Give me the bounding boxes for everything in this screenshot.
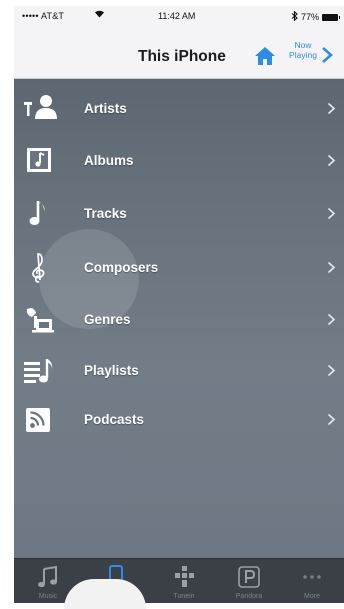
menu-item-artists[interactable]: Artists xyxy=(14,84,344,134)
chevron-right-icon xyxy=(327,413,336,426)
tab-bar: Music Tunein Pandora More xyxy=(14,558,344,603)
menu-label: Podcasts xyxy=(84,412,145,427)
menu-item-playlists[interactable]: Playlists xyxy=(14,346,344,396)
status-time: 11:42 AM xyxy=(158,11,196,21)
menu-label: Composers xyxy=(84,260,159,275)
chevron-right-icon xyxy=(327,261,336,274)
menu-label: Tracks xyxy=(84,206,127,221)
status-bar: ••••• AT&T 11:42 AM 77% xyxy=(14,6,344,26)
tab-label: Pandora xyxy=(235,593,263,600)
menu-label: Artists xyxy=(84,101,127,116)
music-note-icon xyxy=(22,197,58,231)
chevron-right-icon xyxy=(327,207,336,220)
phone-screen: ••••• AT&T 11:42 AM 77% This iPhone Now … xyxy=(14,6,344,603)
artist-icon xyxy=(22,92,58,126)
pandora-icon xyxy=(238,566,260,588)
treble-clef-icon xyxy=(22,251,58,285)
status-right: 77% xyxy=(291,10,340,23)
menu-label: Genres xyxy=(84,312,131,327)
tab-pandora[interactable]: Pandora xyxy=(219,559,279,603)
tab-more[interactable]: More xyxy=(282,559,342,603)
menu-item-genres[interactable]: Genres xyxy=(14,295,344,345)
tunein-icon xyxy=(175,566,194,587)
playlist-icon xyxy=(22,354,58,388)
chevron-right-icon xyxy=(327,313,336,326)
tab-label: Tunein xyxy=(173,593,195,600)
genre-icon xyxy=(22,303,58,337)
tab-tunein[interactable]: Tunein xyxy=(154,559,214,603)
page-title: This iPhone xyxy=(138,48,226,65)
home-icon[interactable] xyxy=(254,46,276,66)
battery-icon xyxy=(322,13,340,21)
carrier-label: ••••• AT&T xyxy=(22,11,65,21)
chevron-right-icon[interactable] xyxy=(321,46,333,64)
menu-item-tracks[interactable]: Tracks xyxy=(14,189,344,239)
tab-label: More xyxy=(304,593,320,600)
library-menu: Artists Albums Tracks Composers Genres P… xyxy=(14,79,344,558)
podcast-icon xyxy=(22,403,58,437)
menu-item-albums[interactable]: Albums xyxy=(14,136,344,186)
wifi-icon xyxy=(94,9,105,20)
menu-label: Playlists xyxy=(84,363,139,378)
chevron-right-icon xyxy=(327,102,336,115)
navigation-bar: This iPhone Now Playing xyxy=(14,26,344,79)
battery-percent: 77% xyxy=(300,12,319,22)
menu-item-podcasts[interactable]: Podcasts xyxy=(14,395,344,445)
menu-label: Albums xyxy=(84,153,134,168)
album-icon xyxy=(22,144,58,178)
more-icon xyxy=(303,575,321,579)
chevron-right-icon xyxy=(327,154,336,167)
now-playing-button[interactable]: Now Playing xyxy=(286,40,320,60)
chevron-right-icon xyxy=(327,364,336,377)
bluetooth-icon xyxy=(291,10,298,23)
menu-item-composers[interactable]: Composers xyxy=(14,243,344,293)
music-note-icon xyxy=(38,565,57,588)
